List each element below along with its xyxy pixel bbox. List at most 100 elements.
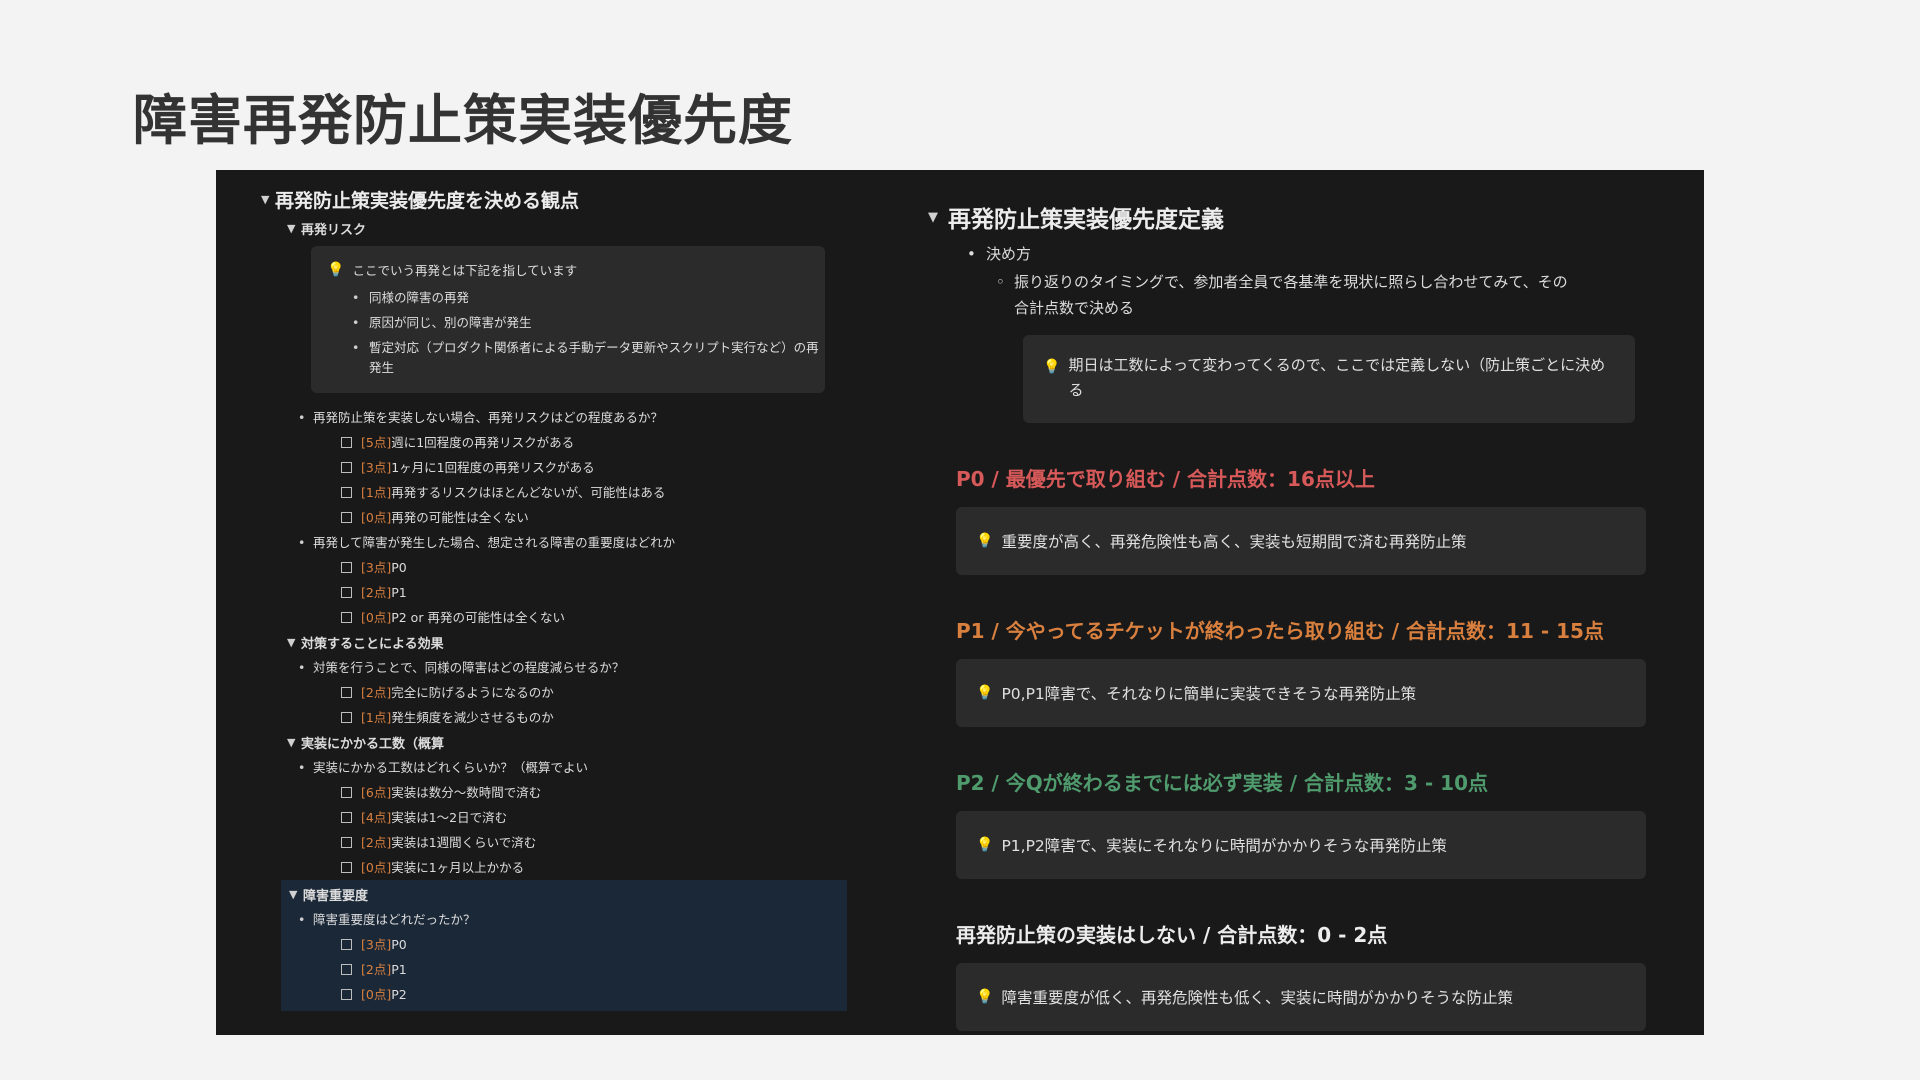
option-text: P0 bbox=[391, 937, 407, 952]
level-p0-heading: P0 / 最優先で取り組む / 合計点数：16点以上 bbox=[956, 467, 1375, 491]
checkbox[interactable] bbox=[341, 562, 352, 573]
checkbox-row[interactable]: [1点] 再発するリスクはほとんどないが、可能性はある bbox=[261, 480, 841, 505]
level-p1-heading: P1 / 今やってるチケットが終わったら取り組む / 合計点数：11 - 15点 bbox=[956, 619, 1604, 643]
points-label: [3点] bbox=[361, 460, 392, 475]
lightbulb-icon: 💡 bbox=[976, 837, 994, 853]
option-text: 1ヶ月に1回程度の再発リスクがある bbox=[391, 460, 595, 475]
toggle-triangle-icon[interactable]: ▼ bbox=[287, 636, 301, 649]
checkbox[interactable] bbox=[341, 964, 352, 975]
level-p0-callout: 💡 重要度が高く、再発危険性も高く、実装も短期間で済む再発防止策 bbox=[956, 507, 1646, 575]
option-text: 実装に1ヶ月以上かかる bbox=[391, 860, 525, 875]
toggle-effect[interactable]: ▼ 対策することによる効果 bbox=[261, 630, 841, 655]
toggle-severity-label: 障害重要度 bbox=[303, 889, 369, 904]
callout-text: 障害重要度が低く、再発危険性も低く、実装に時間がかかりそうな防止策 bbox=[1001, 989, 1513, 1007]
checkbox[interactable] bbox=[341, 812, 352, 823]
checkbox[interactable] bbox=[341, 939, 352, 950]
points-label: [2点] bbox=[361, 835, 392, 850]
lightbulb-icon: 💡 bbox=[976, 989, 994, 1005]
option-text: 完全に防げるようになるのか bbox=[391, 685, 554, 700]
callout-recurrence-definition: 💡 ここでいう再発とは下記を指しています 同様の障害の再発 原因が同じ、別の障害… bbox=[311, 246, 825, 393]
checkbox-row[interactable]: [2点] P1 bbox=[261, 580, 841, 605]
option-text: P1 bbox=[391, 585, 407, 600]
toggle-triangle-icon[interactable]: ▼ bbox=[287, 222, 301, 235]
checkbox[interactable] bbox=[341, 837, 352, 848]
toggle-severity[interactable]: ▼ 障害重要度 bbox=[281, 882, 847, 907]
option-text: 週に1回程度の再発リスクがある bbox=[391, 435, 575, 450]
definition-heading-text: 再発防止策実装優先度定義 bbox=[948, 207, 1224, 233]
points-label: [4点] bbox=[361, 810, 392, 825]
slide-title: 障害再発防止策実装優先度 bbox=[133, 89, 793, 152]
checkbox[interactable] bbox=[341, 712, 352, 723]
toggle-triangle-icon[interactable]: ▼ bbox=[928, 210, 948, 225]
checkbox-row[interactable]: [2点] 実装は1週間くらいで済む bbox=[261, 830, 841, 855]
option-text: P1 bbox=[391, 962, 407, 977]
option-text: P2 or 再発の可能性は全くない bbox=[391, 610, 565, 625]
notion-screenshot-panel: ▼ 再発防止策実装優先度を決める観点 ▼ 再発リスク 💡 ここでいう再発とは下記… bbox=[216, 170, 1704, 1035]
option-text: 実装は1週間くらいで済む bbox=[391, 835, 537, 850]
option-text: P0 bbox=[391, 560, 407, 575]
toggle-risk-label: 再発リスク bbox=[301, 223, 367, 238]
checkbox[interactable] bbox=[341, 487, 352, 498]
question-recurrence-risk: 再発防止策を実装しない場合、再発リスクはどの程度あるか？ bbox=[261, 405, 841, 430]
points-label: [1点] bbox=[361, 710, 392, 725]
checkbox[interactable] bbox=[341, 612, 352, 623]
selected-block-severity[interactable]: ▼ 障害重要度 障害重要度はどれだったか？ [3点]P0 [2点]P1 [0点]… bbox=[281, 880, 847, 1011]
definition-toggle-heading[interactable]: ▼ 再発防止策実装優先度定義 bbox=[928, 195, 1668, 239]
question-expected-severity: 再発して障害が発生した場合、想定される障害の重要度はどれか bbox=[261, 530, 841, 555]
toggle-effect-label: 対策することによる効果 bbox=[301, 637, 444, 652]
checkbox[interactable] bbox=[341, 787, 352, 798]
toggle-risk[interactable]: ▼ 再発リスク bbox=[261, 216, 841, 241]
question-effect: 対策を行うことで、同様の障害はどの程度減らせるか？ bbox=[261, 655, 841, 680]
points-label: [0点] bbox=[361, 510, 392, 525]
points-label: [5点] bbox=[361, 435, 392, 450]
checkbox-row[interactable]: [2点] 完全に防げるようになるのか bbox=[261, 680, 841, 705]
points-label: [0点] bbox=[361, 987, 392, 1002]
checkbox-row[interactable]: [3点] P0 bbox=[261, 555, 841, 580]
option-text: 再発の可能性は全くない bbox=[391, 510, 529, 525]
callout-heading: ここでいう再発とは下記を指しています bbox=[352, 263, 578, 278]
checkbox[interactable] bbox=[341, 687, 352, 698]
lightbulb-icon: 💡 bbox=[1043, 359, 1061, 375]
checkbox-row[interactable]: [3点] 1ヶ月に1回程度の再発リスクがある bbox=[261, 455, 841, 480]
points-label: [2点] bbox=[361, 962, 392, 977]
checkbox-row[interactable]: [0点] P2 or 再発の可能性は全くない bbox=[261, 605, 841, 630]
checkbox-row[interactable]: [3点] P0 bbox=[281, 932, 847, 957]
callout-text: P0,P1障害で、それなりに簡単に実装できそうな再発防止策 bbox=[1001, 685, 1417, 703]
sub-bullet-method: 振り返りのタイミングで、参加者全員で各基準を現状に照らし合わせてみて、その合計点… bbox=[928, 269, 1574, 321]
checkbox-row[interactable]: [1点] 発生頻度を減少させるものか bbox=[261, 705, 841, 730]
checkbox-row[interactable]: [0点] 実装に1ヶ月以上かかる bbox=[261, 855, 841, 880]
checkbox[interactable] bbox=[341, 587, 352, 598]
list-item: 暫定対応（プロダクト関係者による手動データ更新やスクリプト実行など）の再発生 bbox=[352, 338, 825, 378]
criteria-toggle-heading[interactable]: ▼ 再発防止策実装優先度を決める観点 bbox=[261, 182, 841, 216]
lightbulb-icon: 💡 bbox=[976, 533, 994, 549]
toggle-cost[interactable]: ▼ 実装にかかる工数（概算 bbox=[261, 730, 841, 755]
list-item: 同様の障害の再発 bbox=[352, 288, 825, 308]
definition-column: ▼ 再発防止策実装優先度定義 決め方 振り返りのタイミングで、参加者全員で各基準… bbox=[928, 195, 1668, 1031]
option-text: 実装は1〜2日で済む bbox=[391, 810, 508, 825]
checkbox-row[interactable]: [0点] 再発の可能性は全くない bbox=[261, 505, 841, 530]
checkbox[interactable] bbox=[341, 462, 352, 473]
toggle-triangle-icon[interactable]: ▼ bbox=[261, 193, 275, 206]
points-label: [0点] bbox=[361, 610, 392, 625]
points-label: [2点] bbox=[361, 685, 392, 700]
bullet-how-to-decide: 決め方 bbox=[928, 239, 1668, 269]
question-cost: 実装にかかる工数はどれくらいか？（概算でよい bbox=[261, 755, 841, 780]
points-label: [6点] bbox=[361, 785, 392, 800]
checkbox[interactable] bbox=[341, 862, 352, 873]
checkbox-row[interactable]: [6点] 実装は数分〜数時間で済む bbox=[261, 780, 841, 805]
checkbox-row[interactable]: [2点] P1 bbox=[281, 957, 847, 982]
toggle-triangle-icon[interactable]: ▼ bbox=[287, 736, 301, 749]
level-none-heading: 再発防止策の実装はしない / 合計点数：0 - 2点 bbox=[956, 923, 1388, 947]
callout-list: 同様の障害の再発 原因が同じ、別の障害が発生 暫定対応（プロダクト関係者による手… bbox=[327, 288, 825, 378]
checkbox-row[interactable]: [5点] 週に1回程度の再発リスクがある bbox=[261, 430, 841, 455]
list-item: 原因が同じ、別の障害が発生 bbox=[352, 313, 825, 333]
checkbox[interactable] bbox=[341, 437, 352, 448]
checkbox[interactable] bbox=[341, 512, 352, 523]
criteria-column: ▼ 再発防止策実装優先度を決める観点 ▼ 再発リスク 💡 ここでいう再発とは下記… bbox=[261, 182, 847, 1011]
option-text: 実装は数分〜数時間で済む bbox=[391, 785, 542, 800]
checkbox-row[interactable]: [4点] 実装は1〜2日で済む bbox=[261, 805, 841, 830]
level-p2-heading: P2 / 今Qが終わるまでには必ず実装 / 合計点数：3 - 10点 bbox=[956, 771, 1489, 795]
checkbox-row[interactable]: [0点] P2 bbox=[281, 982, 847, 1007]
checkbox[interactable] bbox=[341, 989, 352, 1000]
toggle-triangle-icon[interactable]: ▼ bbox=[289, 888, 303, 901]
